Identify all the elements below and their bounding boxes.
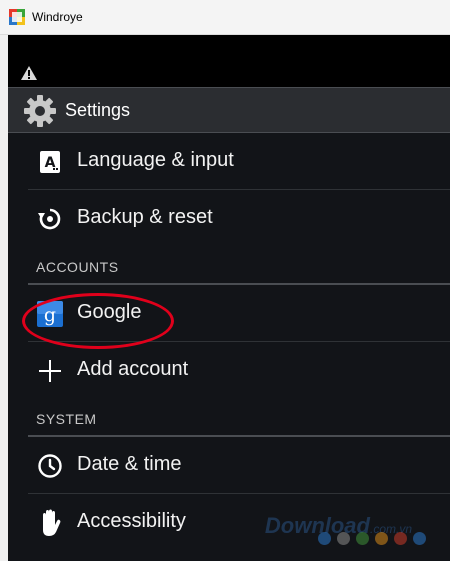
section-label: SYSTEM <box>36 411 97 427</box>
list-item-label: Backup & reset <box>77 206 213 228</box>
list-item-date-time[interactable]: Date & time <box>8 437 450 494</box>
hand-icon <box>35 508 65 538</box>
list-item-backup-reset[interactable]: Backup & reset <box>8 190 450 247</box>
list-item-label: Language & input <box>77 149 234 171</box>
svg-text:g: g <box>44 304 56 326</box>
list-item-label: Google <box>77 301 142 323</box>
list-item-language-input[interactable]: A Language & input <box>8 133 450 190</box>
section-header-accounts: ACCOUNTS <box>8 247 450 285</box>
warning-icon <box>21 66 37 80</box>
backup-reset-icon <box>35 204 65 234</box>
window-titlebar[interactable]: Windroye <box>0 0 450 35</box>
window-title: Windroye <box>32 10 83 24</box>
gear-icon[interactable] <box>23 94 57 128</box>
watermark-dot <box>318 532 331 545</box>
watermark-dot <box>337 532 350 545</box>
watermark-dot <box>413 532 426 545</box>
list-item-google[interactable]: g Google <box>8 285 450 342</box>
settings-list: A Language & input Backup & reset ACCOUN… <box>8 133 450 551</box>
watermark-dot <box>375 532 388 545</box>
emulator-window: Windroye Settings A Language & input Bac… <box>0 0 450 561</box>
plus-icon <box>35 356 65 386</box>
list-item-label: Date & time <box>77 453 182 475</box>
section-header-system: SYSTEM <box>8 399 450 437</box>
clock-icon <box>35 451 65 481</box>
windroye-logo-icon <box>9 9 25 25</box>
list-item-label: Add account <box>77 358 189 380</box>
status-bar <box>8 35 450 87</box>
google-icon: g <box>35 299 65 329</box>
page-title: Settings <box>65 100 131 120</box>
action-bar[interactable]: Settings <box>8 87 450 133</box>
android-screen: Settings A Language & input Backup & res… <box>8 35 450 561</box>
watermark-dot <box>394 532 407 545</box>
list-item-label: Accessibility <box>77 510 186 532</box>
section-label: ACCOUNTS <box>36 259 119 275</box>
list-item-add-account[interactable]: Add account <box>8 342 450 399</box>
watermark-dot <box>356 532 369 545</box>
watermark-dots <box>318 532 426 545</box>
language-keyboard-icon: A <box>35 147 65 177</box>
